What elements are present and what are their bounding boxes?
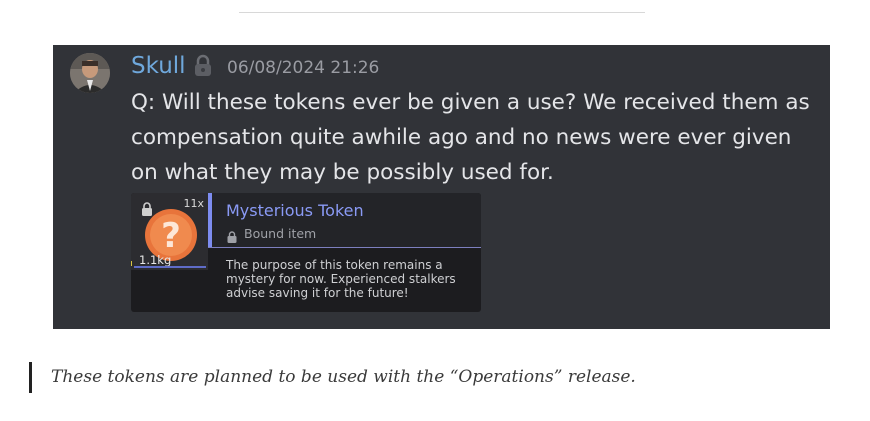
lock-icon (141, 201, 153, 216)
svg-text:?: ? (161, 216, 181, 256)
message-timestamp: 06/08/2024 21:26 (227, 58, 380, 78)
author-name[interactable]: Skull (131, 51, 186, 81)
chat-message: Skull 06/08/2024 21:26 Q: Will these tok… (53, 45, 830, 329)
padlock-badge-icon (191, 54, 215, 78)
item-info: Mysterious Token Bound item The purpose … (208, 193, 481, 312)
info-separator (208, 247, 481, 248)
top-divider (239, 12, 645, 13)
quote-bar (29, 362, 32, 393)
accent-bar (208, 193, 212, 247)
slot-underline (134, 266, 206, 268)
item-header: Mysterious Token Bound item (208, 193, 481, 247)
item-slot: ? 11x 1.1kg (131, 193, 208, 270)
stack-count: 11x (183, 197, 204, 210)
item-name: Mysterious Token (226, 201, 364, 220)
bound-lock-icon (227, 228, 237, 243)
item-tooltip-card: ? 11x 1.1kg Mysterious Token Bound item … (131, 193, 481, 312)
answer-quote: These tokens are planned to be used with… (51, 367, 636, 387)
item-description: The purpose of this token remains a myst… (226, 258, 456, 300)
slot-marker (131, 261, 132, 266)
avatar[interactable] (70, 53, 110, 93)
message-text: Q: Will these tokens ever be given a use… (131, 90, 810, 185)
bound-item-label: Bound item (244, 226, 317, 241)
item-weight: 1.1kg (139, 253, 172, 267)
